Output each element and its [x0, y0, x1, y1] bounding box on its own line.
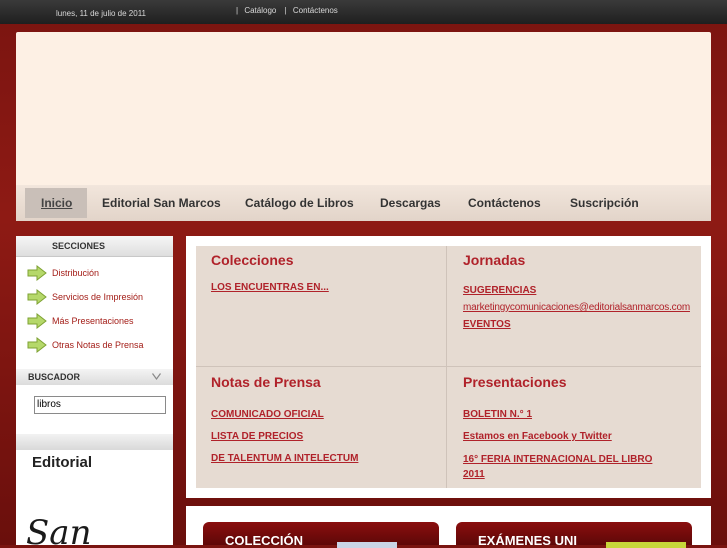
colecciones-title: Colecciones [211, 252, 294, 268]
jornadas-section: Jornadas SUGERENCIAS marketingycomunicac… [463, 252, 690, 333]
top-bar: lunes, 11 de julio de 2011 | Catálogo | … [0, 0, 727, 24]
link-comunicado[interactable]: COMUNICADO OFICIAL [211, 404, 358, 426]
arrow-right-icon [27, 289, 47, 305]
promo-examenes-label: EXÁMENES UNI [478, 533, 577, 548]
header-banner: Inicio Editorial San Marcos Catálogo de … [16, 32, 711, 221]
sidebar-item-presentaciones[interactable]: Más Presentaciones [16, 311, 173, 335]
notas-title: Notas de Prensa [211, 374, 321, 390]
link-los-encuentras[interactable]: LOS ENCUENTRAS EN... [211, 282, 329, 293]
svg-text:San: San [26, 513, 91, 548]
link-talentum[interactable]: DE TALENTUM A INTELECTUM [211, 448, 358, 470]
separator: | [236, 6, 239, 15]
link-lista-precios[interactable]: LISTA DE PRECIOS [211, 426, 358, 448]
nav-item-catalogo[interactable]: Catálogo de Libros [229, 188, 370, 218]
colecciones-section: Colecciones LOS ENCUENTRAS EN... [211, 252, 329, 293]
editorial-heading: Editorial [32, 454, 93, 471]
link-sugerencias[interactable]: SUGERENCIAS [463, 282, 690, 299]
main-nav: Inicio Editorial San Marcos Catálogo de … [16, 185, 711, 221]
secciones-heading: SECCIONES [16, 236, 173, 257]
nav-item-inicio[interactable]: Inicio [25, 188, 87, 218]
sidebar-item-label: Otras Notas de Prensa [52, 340, 144, 350]
promo-image [606, 542, 686, 548]
sidebar-item-distribucion[interactable]: Distribución [16, 263, 173, 287]
presentaciones-title: Presentaciones [463, 374, 567, 390]
link-boletin[interactable]: BOLETIN N.° 1 [463, 404, 683, 426]
nav-item-descargas[interactable]: Descargas [364, 188, 457, 218]
sidebar: SECCIONES Distribución Servicios de Impr… [16, 236, 173, 548]
promo-coleccion[interactable]: COLECCIÓN [203, 522, 439, 548]
separator: | [284, 6, 287, 15]
content-grid: Colecciones LOS ENCUENTRAS EN... Jornada… [196, 246, 701, 488]
top-links: | Catálogo | Contáctenos [236, 6, 344, 15]
main-content: Colecciones LOS ENCUENTRAS EN... Jornada… [186, 236, 711, 498]
link-facebook-twitter[interactable]: Estamos en Facebook y Twitter [463, 426, 683, 448]
arrow-right-icon [27, 313, 47, 329]
sidebar-item-label: Más Presentaciones [52, 316, 134, 326]
link-eventos[interactable]: EVENTOS [463, 316, 690, 333]
search-input[interactable] [34, 395, 166, 414]
arrow-right-icon [27, 265, 47, 281]
top-link-contactenos[interactable]: Contáctenos [293, 6, 338, 15]
notas-section: Notas de Prensa COMUNICADO OFICIAL LISTA… [211, 374, 358, 470]
link-email[interactable]: marketingycomunicaciones@editorialsanmar… [463, 299, 690, 316]
date-text: lunes, 11 de julio de 2011 [56, 9, 146, 18]
top-link-catalogo[interactable]: Catálogo [244, 6, 276, 15]
vertical-divider [446, 246, 447, 488]
arrow-right-icon [27, 337, 47, 353]
editorial-logo: San [26, 513, 91, 548]
nav-item-suscripcion[interactable]: Suscripción [554, 188, 655, 218]
buscador-title: BUSCADOR [28, 372, 81, 382]
sidebar-item-notas[interactable]: Otras Notas de Prensa [16, 335, 173, 359]
sidebar-item-servicios[interactable]: Servicios de Impresión [16, 287, 173, 311]
secciones-list: Distribución Servicios de Impresión Más … [16, 257, 173, 363]
promo-coleccion-label: COLECCIÓN [225, 533, 303, 548]
promo-image [337, 542, 397, 548]
presentaciones-section: Presentaciones BOLETIN N.° 1 Estamos en … [463, 374, 683, 482]
horizontal-divider [196, 366, 701, 367]
nav-item-editorial[interactable]: Editorial San Marcos [86, 188, 237, 218]
divider-strip [16, 434, 173, 450]
link-feria[interactable]: 16° FERIA INTERNACIONAL DEL LIBRO 2011 [463, 452, 668, 482]
promo-panel: COLECCIÓN EXÁMENES UNI [186, 506, 711, 548]
promo-examenes[interactable]: EXÁMENES UNI [456, 522, 692, 548]
sidebar-item-label: Distribución [52, 268, 100, 278]
jornadas-title: Jornadas [463, 252, 526, 268]
search-area [16, 385, 173, 424]
nav-item-contactenos[interactable]: Contáctenos [452, 188, 557, 218]
buscador-heading[interactable]: BUSCADOR [16, 369, 173, 385]
chevron-down-icon[interactable] [152, 373, 161, 380]
sidebar-item-label: Servicios de Impresión [52, 292, 144, 302]
